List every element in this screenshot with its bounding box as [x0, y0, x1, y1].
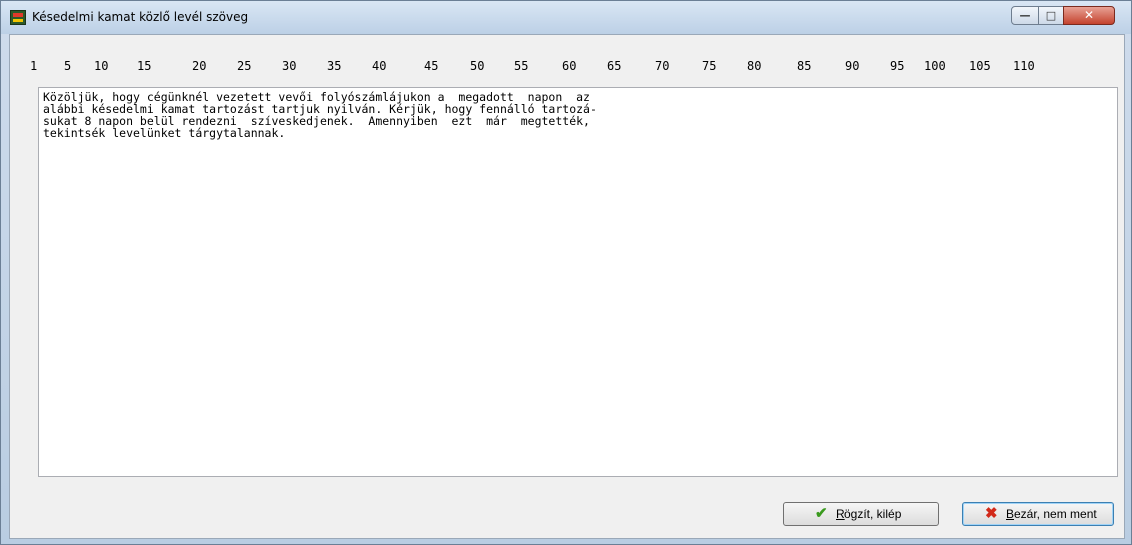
ruler-mark: 45 [424, 59, 439, 73]
ruler-mark: 85 [797, 59, 812, 73]
minimize-icon: — [1019, 9, 1031, 22]
cancel-button-mnemonic: B [1006, 507, 1015, 521]
ruler-mark: 5 [64, 59, 72, 73]
maximize-icon: □ [1045, 9, 1057, 22]
ruler-mark: 35 [327, 59, 342, 73]
column-ruler: 1 5 10 15 20 25 30 35 40 45 50 55 60 65 … [10, 35, 1124, 85]
ruler-mark: 75 [702, 59, 717, 73]
letter-text[interactable]: Közöljük, hogy cégünknél vezetett vevői … [43, 91, 597, 139]
ruler-mark: 100 [924, 59, 946, 73]
ruler-mark: 60 [562, 59, 577, 73]
ruler-mark: 110 [1013, 59, 1035, 73]
save-and-exit-button[interactable]: ✔ R ögzít, kilép [783, 502, 939, 526]
save-button-label: ögzít, kilép [844, 507, 902, 521]
app-icon[interactable] [10, 10, 26, 25]
minimize-button[interactable]: — [1011, 6, 1039, 25]
close-without-saving-button[interactable]: ✖ B ezár, nem ment [962, 502, 1114, 526]
ruler-mark: 40 [372, 59, 387, 73]
ruler-mark: 105 [969, 59, 991, 73]
close-button[interactable]: ✕ [1063, 6, 1115, 25]
ruler-mark: 20 [192, 59, 207, 73]
dialog-body: 1 5 10 15 20 25 30 35 40 45 50 55 60 65 … [9, 34, 1125, 539]
ruler-mark: 10 [94, 59, 109, 73]
ruler-mark: 65 [607, 59, 622, 73]
ruler-mark: 55 [514, 59, 529, 73]
title-bar[interactable]: Késedelmi kamat közlő levél szöveg — □ ✕ [1, 1, 1131, 34]
window-title: Késedelmi kamat közlő levél szöveg [32, 10, 249, 24]
dialog-window: Késedelmi kamat közlő levél szöveg — □ ✕… [0, 0, 1132, 545]
ruler-mark: 80 [747, 59, 762, 73]
ruler-mark: 70 [655, 59, 670, 73]
letter-text-editor[interactable]: Közöljük, hogy cégünknél vezetett vevői … [38, 87, 1118, 477]
ruler-mark: 15 [137, 59, 152, 73]
ruler-mark: 30 [282, 59, 297, 73]
ruler-mark: 1 [30, 59, 38, 73]
maximize-button[interactable]: □ [1038, 6, 1064, 25]
checkmark-icon: ✔ [815, 505, 828, 522]
ruler-mark: 25 [237, 59, 252, 73]
cancel-button-label: ezár, nem ment [1014, 507, 1097, 521]
ruler-mark: 50 [470, 59, 485, 73]
ruler-mark: 95 [890, 59, 905, 73]
ruler-mark: 90 [845, 59, 860, 73]
x-icon: ✖ [985, 505, 998, 522]
close-icon: ✕ [1083, 8, 1095, 22]
